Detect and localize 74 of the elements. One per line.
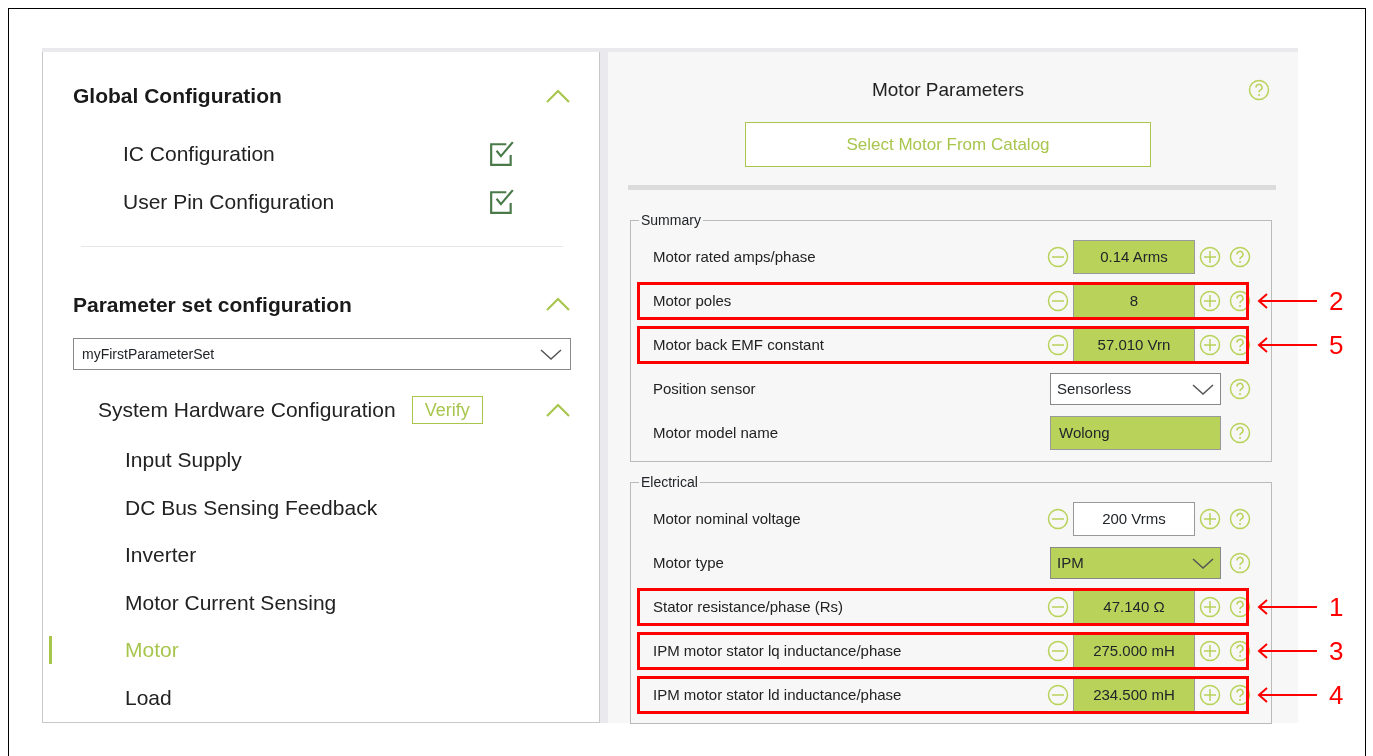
plus-icon[interactable] [1199, 508, 1221, 530]
number-field[interactable]: 275.000 mH [1073, 634, 1195, 668]
number-field[interactable]: 234.500 mH [1073, 678, 1195, 712]
help-icon[interactable] [1229, 640, 1251, 662]
sidebar-item[interactable]: User Pin Configuration [123, 185, 335, 218]
minus-icon[interactable] [1047, 246, 1069, 268]
minus-icon[interactable] [1047, 290, 1069, 312]
help-icon[interactable] [1229, 422, 1251, 444]
dropdown-chevron-icon [540, 347, 562, 361]
callout-arrow [1257, 293, 1318, 309]
field-label: Motor poles [652, 290, 733, 311]
callout-number: 5 [1329, 332, 1344, 358]
field-label: Motor nominal voltage [652, 508, 802, 529]
sidebar-item[interactable]: Load [125, 681, 172, 713]
sidebar-item[interactable]: Inverter [125, 539, 197, 571]
number-field[interactable]: 57.010 Vrn [1073, 328, 1195, 362]
number-field[interactable]: 200 Vrms [1073, 502, 1195, 536]
help-icon[interactable] [1229, 552, 1251, 574]
callout-arrow [1257, 643, 1318, 659]
parameter-set-dropdown[interactable]: myFirstParameterSet [73, 338, 571, 370]
callout-arrow [1257, 337, 1318, 353]
help-icon[interactable] [1229, 508, 1251, 530]
plus-icon[interactable] [1199, 290, 1221, 312]
minus-icon[interactable] [1047, 508, 1069, 530]
sidebar-item[interactable]: DC Bus Sensing Feedback [125, 491, 378, 523]
minus-icon[interactable] [1047, 334, 1069, 356]
dropdown[interactable]: IPM [1050, 547, 1221, 579]
section-title: Global Configuration [73, 83, 282, 109]
plus-icon[interactable] [1199, 684, 1221, 706]
sidebar-item[interactable]: IC Configuration [123, 137, 275, 170]
text-field[interactable]: Wolong [1050, 416, 1221, 450]
help-icon[interactable] [1229, 290, 1251, 312]
field-label: Motor type [652, 552, 725, 573]
dropdown[interactable]: Sensorless [1050, 373, 1221, 405]
dropdown-chevron-icon [1192, 556, 1214, 570]
sidebar-item[interactable]: Input Supply [125, 444, 242, 476]
help-icon[interactable] [1229, 246, 1251, 268]
panel-title: Motor Parameters [871, 77, 1024, 102]
callout-arrow [1257, 687, 1318, 703]
help-icon[interactable] [1229, 684, 1251, 706]
number-field[interactable]: 0.14 Arms [1073, 240, 1195, 274]
callout-number: 2 [1329, 288, 1344, 314]
field-label: Motor rated amps/phase [652, 246, 817, 267]
help-icon[interactable] [1229, 334, 1251, 356]
field-label: Stator resistance/phase (Rs) [652, 596, 845, 617]
callout-number: 1 [1329, 594, 1344, 620]
callout-number: 4 [1329, 682, 1344, 708]
section-title: Parameter set configuration [73, 291, 352, 318]
callout-number: 3 [1329, 638, 1344, 664]
field-label: IPM motor stator lq inductance/phase [652, 640, 903, 661]
plus-icon[interactable] [1199, 640, 1221, 662]
number-field[interactable]: 47.140 Ω [1073, 590, 1195, 624]
minus-icon[interactable] [1047, 640, 1069, 662]
help-icon[interactable] [1229, 596, 1251, 618]
minus-icon[interactable] [1047, 596, 1069, 618]
collapse-chevron-icon[interactable] [545, 296, 571, 313]
plus-icon[interactable] [1199, 334, 1221, 356]
plus-icon[interactable] [1199, 596, 1221, 618]
subsection-title: System Hardware Configuration [98, 397, 396, 424]
number-field[interactable]: 8 [1073, 284, 1195, 318]
dropdown-chevron-icon [1192, 382, 1214, 396]
plus-icon[interactable] [1199, 246, 1221, 268]
sidebar-item[interactable]: Motor Current Sensing [125, 586, 337, 618]
collapse-chevron-icon[interactable] [545, 402, 571, 418]
help-icon[interactable] [1229, 378, 1251, 400]
field-label: Position sensor [652, 378, 757, 399]
collapse-chevron-icon[interactable] [545, 87, 571, 104]
field-label: Motor model name [652, 422, 780, 443]
field-label: Motor back EMF constant [652, 334, 825, 355]
callout-arrow [1257, 599, 1318, 615]
minus-icon[interactable] [1047, 684, 1069, 706]
selection-indicator [49, 636, 52, 664]
field-label: IPM motor stator ld inductance/phase [652, 684, 903, 705]
help-icon[interactable] [1248, 79, 1270, 101]
